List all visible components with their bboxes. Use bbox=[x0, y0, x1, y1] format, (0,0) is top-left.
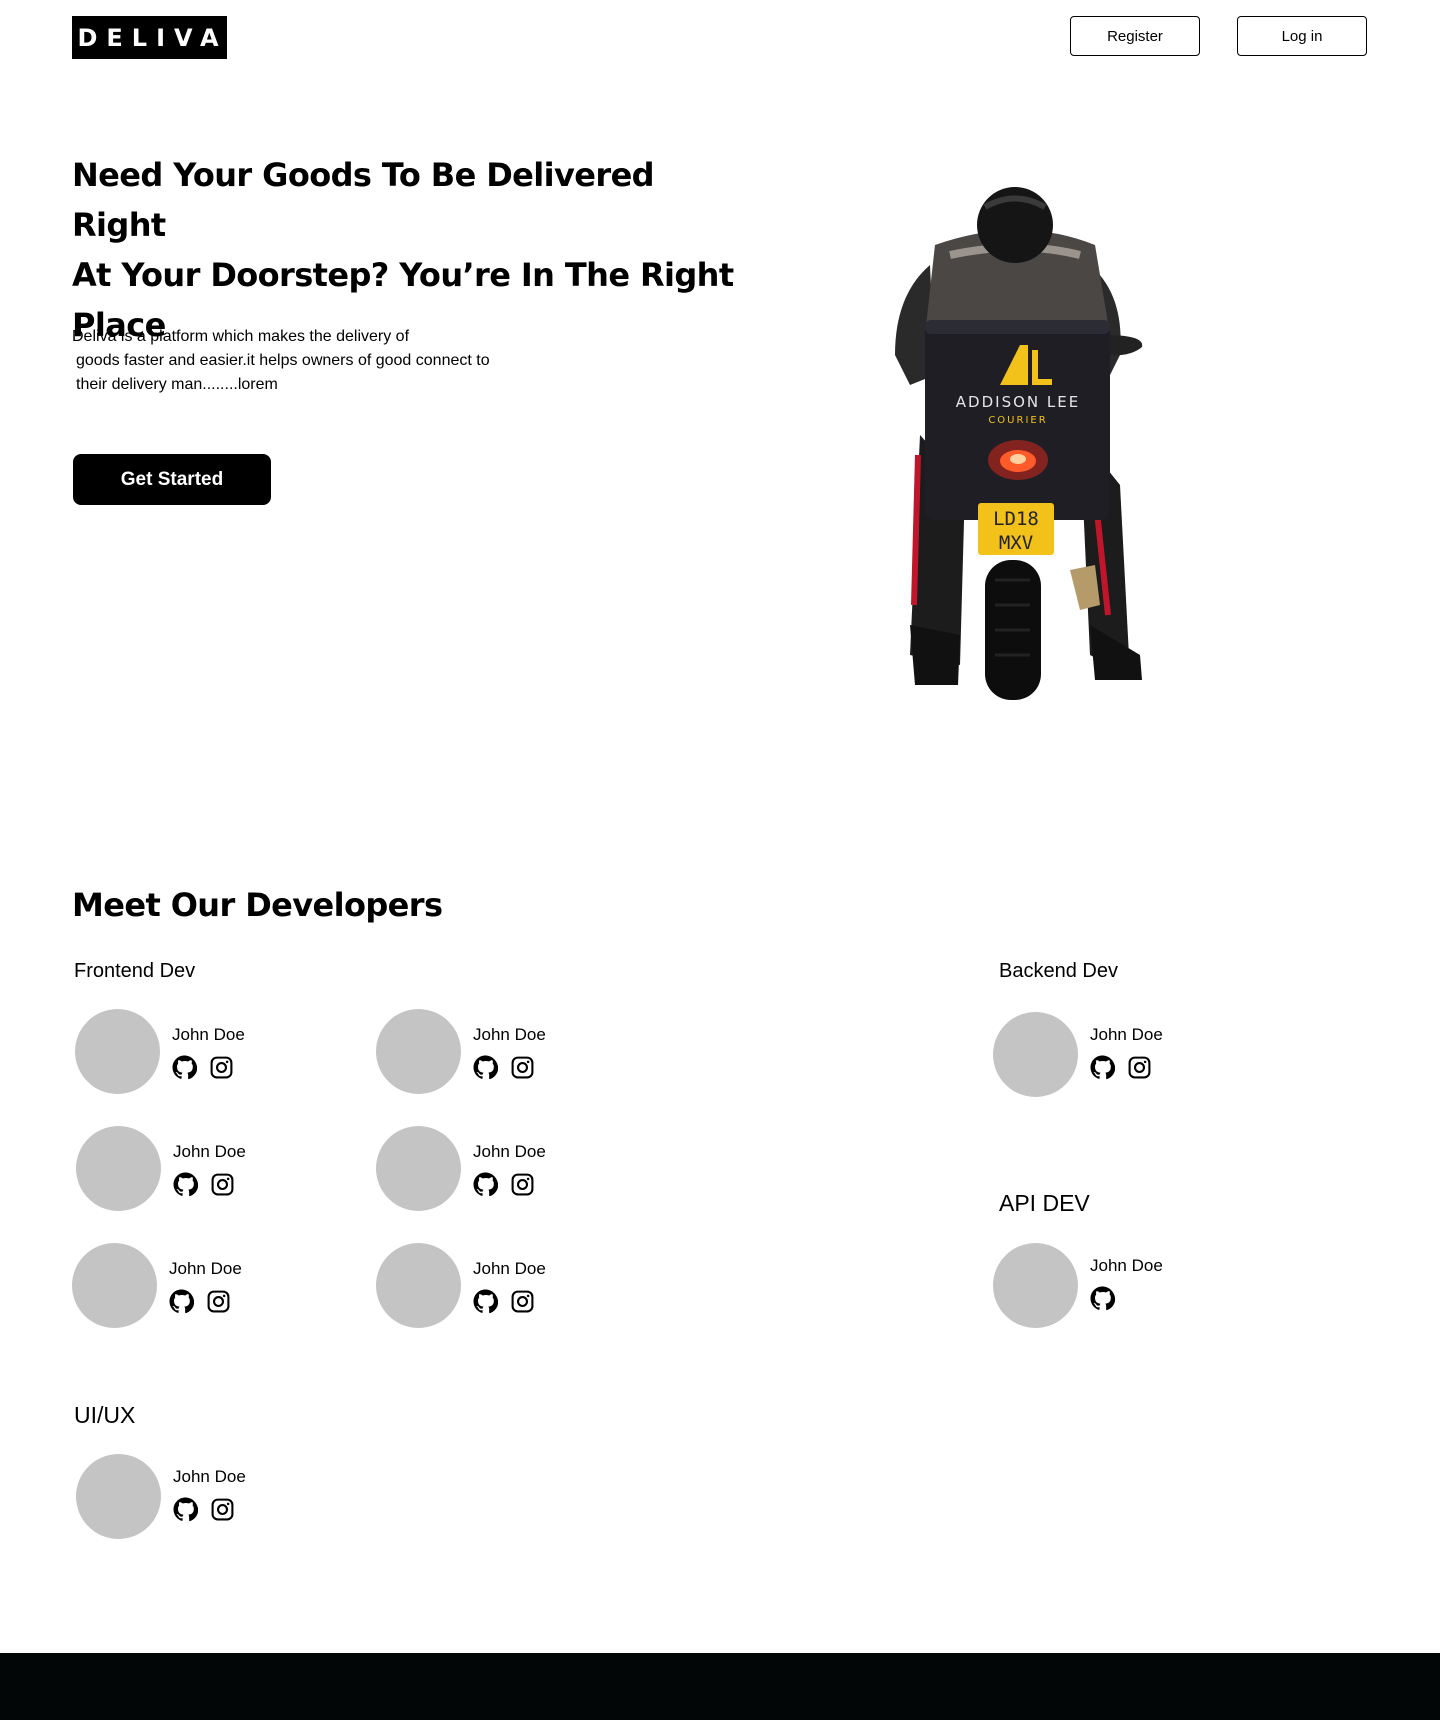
uiux-label: UI/UX bbox=[74, 1402, 136, 1428]
frontend-dev-label: Frontend Dev bbox=[74, 960, 196, 982]
developer-name: John Doe bbox=[473, 1142, 546, 1161]
hero-description-line: Deliva is a platform which makes the del… bbox=[72, 328, 410, 345]
box-sub-text: COURIER bbox=[988, 415, 1047, 426]
developer-card: John Doe bbox=[76, 1454, 346, 1544]
avatar bbox=[72, 1243, 157, 1328]
avatar bbox=[993, 1012, 1078, 1097]
instagram-icon[interactable] bbox=[209, 1055, 234, 1080]
developer-name: John Doe bbox=[169, 1259, 242, 1278]
register-button[interactable]: Register bbox=[1070, 16, 1200, 56]
plate-line-1: LD18 bbox=[993, 508, 1039, 530]
instagram-icon[interactable] bbox=[510, 1289, 535, 1314]
hero-title: Need Your Goods To Be Delivered Right At… bbox=[72, 150, 752, 350]
github-icon[interactable] bbox=[473, 1055, 498, 1080]
github-icon[interactable] bbox=[169, 1289, 194, 1314]
developer-card: John Doe bbox=[76, 1126, 346, 1216]
developer-name: John Doe bbox=[1090, 1256, 1163, 1275]
developer-card: John Doe bbox=[75, 1009, 345, 1099]
github-icon[interactable] bbox=[473, 1172, 498, 1197]
github-icon[interactable] bbox=[173, 1497, 198, 1522]
instagram-icon[interactable] bbox=[206, 1289, 231, 1314]
developer-name: John Doe bbox=[173, 1467, 246, 1486]
courier-rider-image: ADDISON LEE COURIER LD18 MXV bbox=[895, 187, 1143, 700]
avatar bbox=[993, 1243, 1078, 1328]
instagram-icon[interactable] bbox=[510, 1172, 535, 1197]
login-button[interactable]: Log in bbox=[1237, 16, 1367, 56]
hero-description-line: goods faster and easier.it helps owners … bbox=[76, 352, 490, 369]
avatar bbox=[75, 1009, 160, 1094]
avatar bbox=[76, 1126, 161, 1211]
footer bbox=[0, 1653, 1440, 1720]
hero-title-line: Need Your Goods To Be Delivered Right bbox=[72, 156, 655, 244]
github-icon[interactable] bbox=[173, 1172, 198, 1197]
backend-dev-label: Backend Dev bbox=[999, 960, 1118, 982]
developer-card: John Doe bbox=[993, 1243, 1263, 1333]
developer-name: John Doe bbox=[473, 1025, 546, 1044]
get-started-button[interactable]: Get Started bbox=[73, 454, 271, 505]
developer-name: John Doe bbox=[172, 1025, 245, 1044]
avatar bbox=[376, 1009, 461, 1094]
instagram-icon[interactable] bbox=[1127, 1055, 1152, 1080]
developer-name: John Doe bbox=[1090, 1025, 1163, 1044]
developer-card: John Doe bbox=[376, 1009, 646, 1099]
github-icon[interactable] bbox=[473, 1289, 498, 1314]
github-icon[interactable] bbox=[172, 1055, 197, 1080]
developers-title: Meet Our Developers bbox=[72, 886, 443, 924]
hero-description: Deliva is a platform which makes the del… bbox=[72, 325, 592, 397]
developer-card: John Doe bbox=[376, 1243, 646, 1333]
github-icon[interactable] bbox=[1090, 1286, 1115, 1311]
box-brand-text: ADDISON LEE bbox=[956, 393, 1080, 411]
api-dev-label: API DEV bbox=[999, 1190, 1090, 1216]
hero-title-line: At Your Doorstep? You’re In The Right bbox=[72, 256, 734, 294]
hero-description-line: their delivery man........lorem bbox=[76, 376, 278, 393]
instagram-icon[interactable] bbox=[510, 1055, 535, 1080]
developer-card: John Doe bbox=[993, 1012, 1263, 1102]
github-icon[interactable] bbox=[1090, 1055, 1115, 1080]
developer-card: John Doe bbox=[376, 1126, 646, 1216]
avatar bbox=[376, 1243, 461, 1328]
avatar bbox=[376, 1126, 461, 1211]
instagram-icon[interactable] bbox=[210, 1172, 235, 1197]
developer-name: John Doe bbox=[473, 1259, 546, 1278]
developer-name: John Doe bbox=[173, 1142, 246, 1161]
deliva-logo[interactable]: DELIVA bbox=[72, 16, 227, 59]
instagram-icon[interactable] bbox=[210, 1497, 235, 1522]
avatar bbox=[76, 1454, 161, 1539]
plate-line-2: MXV bbox=[999, 532, 1033, 554]
developer-card: John Doe bbox=[72, 1243, 342, 1333]
